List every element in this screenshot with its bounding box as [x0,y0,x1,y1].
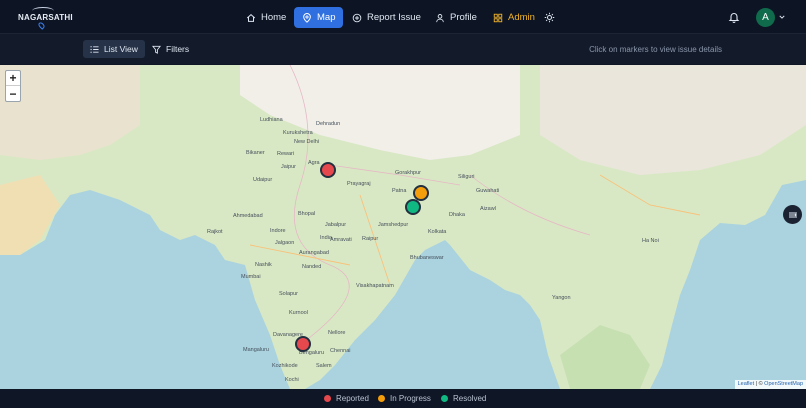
status-legend: Reported In Progress Resolved [0,389,806,408]
map-toolbar: List View Filters Click on markers to vi… [0,34,806,64]
layers-icon [788,212,797,217]
city-label: Nashik [255,262,272,268]
city-label: Prayagraj [347,181,371,187]
city-label: New Delhi [294,139,320,145]
user-icon [436,13,444,22]
nav-home[interactable]: Home [238,7,294,28]
city-label: Chennai [330,348,351,354]
issue-marker[interactable] [405,199,421,215]
city-label: Bhopal [298,211,316,217]
city-label: Mumbai [241,274,261,280]
avatar[interactable]: A [756,8,775,27]
filter-icon [152,45,161,54]
city-label: Kolkata [428,229,447,235]
city-label: Raipur [362,236,379,242]
bell-icon[interactable] [728,11,740,23]
city-label: Aizawl [480,206,496,212]
nav-report-issue-label: Report Issue [367,12,421,23]
city-label: Bhubaneswar [410,255,444,261]
nav-admin-label: Admin [508,12,535,23]
city-label: Ha Noi [642,238,659,244]
city-label: Solapur [279,291,298,297]
city-label: Kozhikode [272,363,298,369]
legend-dot [378,395,385,402]
city-label: Jamshedpur [378,222,409,228]
city-label: Indore [270,228,286,234]
city-label: Agra [308,160,320,166]
city-label: Aurangabad [299,250,329,256]
top-navbar: NAGARSATHI Home Map Report Issue Profile… [0,0,806,34]
issue-marker[interactable] [320,162,336,178]
chevron-down-icon[interactable] [779,14,785,20]
city-label: Rajkot [207,229,223,235]
leaflet-link[interactable]: Leaflet [738,381,755,387]
city-label: Kurnool [289,310,308,316]
issues-map[interactable]: Dehradun Ludhiana Kurukshetra New Delhi … [0,65,806,389]
city-label: Yangon [552,295,571,301]
list-icon [90,45,99,53]
zoom-in-button[interactable]: + [6,71,20,86]
legend-label: Reported [336,394,369,403]
city-label: Dhaka [449,212,465,218]
filters-label: Filters [166,44,190,54]
city-label: Nanded [302,264,322,270]
nav-map[interactable]: Map [294,7,344,28]
city-label: Jaipur [281,164,296,170]
map-attribution: Leaflet | © OpenStreetMap [734,380,806,389]
map-legend-toggle-button[interactable] [783,205,802,224]
city-label: India [320,235,332,241]
legend-reported: Reported [324,394,369,403]
logo-pin-icon [37,21,46,30]
city-label: Ludhiana [260,117,283,123]
city-label: Nellore [328,330,346,336]
plus-circle-icon [352,13,362,22]
city-label: Rewari [277,151,295,157]
legend-dot [324,395,331,402]
home-icon [246,13,256,22]
city-label: Bikaner [246,150,265,156]
legend-dot [441,395,448,402]
zoom-out-button[interactable]: − [6,86,20,101]
list-view-button[interactable]: List View [83,40,145,58]
city-label: Udaipur [253,177,273,183]
filters-button[interactable]: Filters [145,40,196,58]
map-pin-icon [303,12,311,23]
legend-label: In Progress [390,394,431,403]
osm-link[interactable]: OpenStreetMap [764,381,803,387]
legend-in-progress: In Progress [378,394,431,403]
dashboard-icon [493,13,503,22]
nav-profile[interactable]: Profile [427,7,485,28]
brand-name: NAGARSATHI [18,13,73,22]
city-label: Gorakhpur [395,170,421,176]
city-label: Patna [392,188,407,194]
nav-map-label: Map [317,12,336,23]
city-label: Visakhapatnam [356,283,394,289]
city-label: Jalgaon [275,240,295,246]
issue-marker[interactable] [295,336,311,352]
attribution-separator: | © [754,381,765,387]
list-view-label: List View [104,44,138,54]
city-label: Dehradun [316,121,341,127]
brand-logo[interactable]: NAGARSATHI [18,6,73,32]
city-label: Jabalpur [325,222,347,228]
city-label: Guwahati [476,188,500,194]
city-label: Siliguri [458,174,475,180]
city-label: Salem [316,363,332,369]
city-label: Kochi [285,377,299,383]
nav-home-label: Home [261,12,287,23]
nav-profile-label: Profile [450,12,477,23]
city-label: Mangaluru [243,347,269,353]
nav-admin[interactable]: Admin [485,7,543,28]
city-label: Amravati [330,237,352,243]
city-label: Ahmedabad [233,213,263,219]
city-label: Kurukshetra [283,130,313,136]
sun-icon[interactable] [544,12,555,23]
zoom-control: + − [5,70,21,102]
nav-report-issue[interactable]: Report Issue [344,7,429,28]
legend-label: Resolved [453,394,487,403]
map-hint: Click on markers to view issue details [589,45,722,54]
legend-resolved: Resolved [441,394,486,403]
